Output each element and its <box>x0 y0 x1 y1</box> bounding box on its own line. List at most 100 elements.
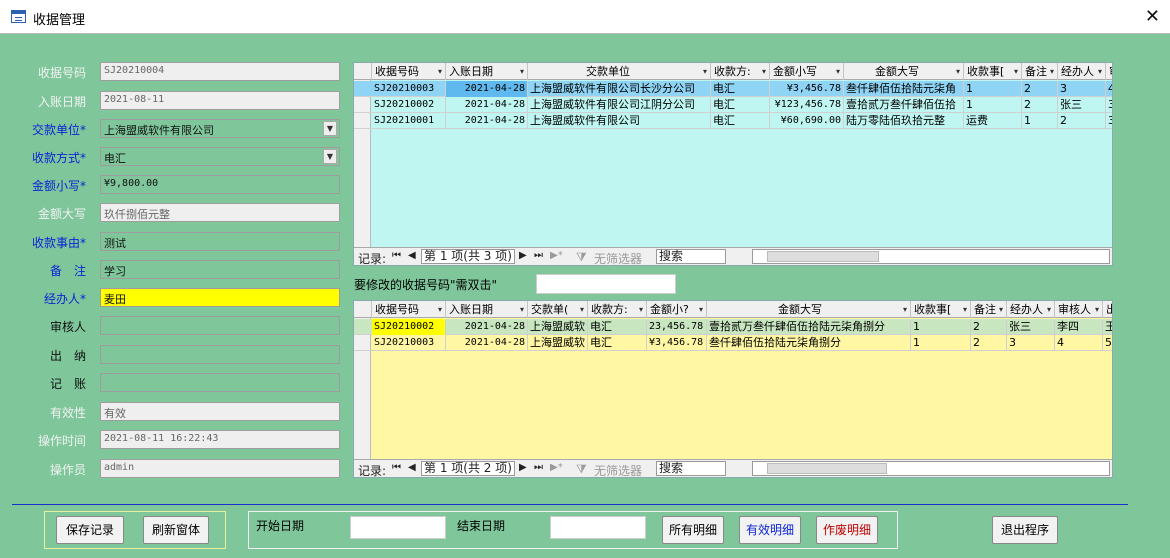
note-label: 备 注 <box>49 264 86 278</box>
chevron-down-icon[interactable]: ▼ <box>323 149 337 164</box>
table-row[interactable]: SJ20210002 2021-04-28 上海盟威软 电汇 23,456.78… <box>354 319 1112 335</box>
operator-field[interactable]: admin <box>100 459 340 478</box>
table-row[interactable]: SJ20210001 2021-04-28 上海盟威软件有限公司 电汇 ¥60,… <box>354 113 1112 129</box>
record-position[interactable]: 第 1 项(共 2 项) <box>421 461 515 476</box>
entry-date-label: 入账日期 <box>37 95 86 109</box>
grid2-record-navigator: 记录: ⏮ ◀ 第 1 项(共 2 项) ▶ ⏭ ▶* ⧩ 无筛选器 搜索 <box>354 459 1112 477</box>
prev-record-icon[interactable]: ◀ <box>408 462 416 473</box>
column-header[interactable]: 收款事[▾ <box>911 301 971 318</box>
payer-label: 交款单位* <box>31 123 86 137</box>
new-record-icon[interactable]: ▶* <box>550 462 563 473</box>
edit-receipt-input[interactable] <box>536 274 676 294</box>
column-header[interactable]: 审 <box>1106 63 1112 80</box>
handler-field[interactable]: 麦田 <box>100 288 340 307</box>
reason-label: 收款事由* <box>31 236 86 250</box>
search-box[interactable]: 搜索 <box>656 249 726 264</box>
end-date-label: 结束日期 <box>457 519 506 533</box>
valid-details-button[interactable]: 有效明细 <box>739 516 801 544</box>
column-header[interactable]: 入账日期 ▾ <box>446 301 528 318</box>
column-header[interactable]: 收款事[▾ <box>964 63 1022 80</box>
next-record-icon[interactable]: ▶ <box>519 250 527 261</box>
filter-icon[interactable]: ⧩ <box>576 250 587 265</box>
edit-hint-label: 要修改的收据号码"需双击" <box>354 278 498 292</box>
validity-label: 有效性 <box>49 406 86 420</box>
last-record-icon[interactable]: ⏭ <box>534 462 543 473</box>
new-record-icon[interactable]: ▶* <box>550 250 563 261</box>
column-header[interactable]: 出 <box>1103 301 1112 318</box>
column-header[interactable]: 入账日期 ▾ <box>446 63 528 80</box>
op-time-label: 操作时间 <box>37 434 86 448</box>
column-header[interactable]: 审核人 ▾ <box>1055 301 1103 318</box>
column-header[interactable]: 金额小写 ▾ <box>770 63 844 80</box>
reviewer-label: 审核人 <box>49 320 86 334</box>
method-combo[interactable]: 电汇 ▼ <box>100 147 340 166</box>
receipt-no-field[interactable]: SJ20210004 <box>100 62 340 81</box>
first-record-icon[interactable]: ⏮ <box>392 250 401 261</box>
column-header[interactable]: 收据号码 ▾ <box>372 301 446 318</box>
select-all-cell[interactable] <box>354 301 372 318</box>
horizontal-scrollbar[interactable] <box>752 249 1110 264</box>
table-row[interactable]: SJ20210003 2021-04-28 上海盟威软 电汇 ¥3,456.78… <box>354 335 1112 351</box>
no-filter-label[interactable]: 无筛选器 <box>594 462 642 477</box>
method-label: 收款方式* <box>31 151 86 165</box>
refresh-form-button[interactable]: 刷新窗体 <box>143 516 209 544</box>
column-header[interactable]: 备注 ▾ <box>1022 63 1058 80</box>
payer-combo[interactable]: 上海盟威软件有限公司 ▼ <box>100 119 340 138</box>
amount-label: 金额小写* <box>31 179 86 193</box>
all-receipts-grid: 收据号码 ▾ 入账日期 ▾ 交款单位 ▾ 收款方: ▾ 金额小写 ▾ 金额大写 ▾ 收款事[… <box>353 62 1113 266</box>
save-record-button[interactable]: 保存记录 <box>56 516 124 544</box>
reviewer-field[interactable] <box>100 316 340 335</box>
amount-field[interactable]: ¥9,800.00 <box>100 175 340 194</box>
search-box[interactable]: 搜索 <box>656 461 726 476</box>
bookkeeper-field[interactable] <box>100 373 340 392</box>
reason-field[interactable]: 测试 <box>100 232 340 251</box>
start-date-input[interactable] <box>350 516 446 539</box>
column-header[interactable]: 金额大写 ▾ <box>707 301 911 318</box>
amount-cn-field[interactable]: 玖仟捌佰元整 <box>100 203 340 222</box>
table-row[interactable]: SJ20210003 2021-04-28 上海盟威软件有限公司长沙分公司 电汇… <box>354 81 1112 97</box>
op-time-field[interactable]: 2021-08-11 16:22:43 <box>100 430 340 449</box>
column-header[interactable]: 交款单位 ▾ <box>528 63 711 80</box>
validity-field[interactable]: 有效 <box>100 402 340 421</box>
column-header[interactable]: 收款方: ▾ <box>711 63 770 80</box>
bookkeeper-label: 记 账 <box>49 377 86 391</box>
exit-program-button[interactable]: 退出程序 <box>992 516 1058 544</box>
chevron-down-icon[interactable]: ▼ <box>323 121 337 136</box>
void-details-button[interactable]: 作废明细 <box>816 516 878 544</box>
payer-value: 上海盟威软件有限公司 <box>104 124 214 137</box>
select-all-cell[interactable] <box>354 63 372 80</box>
next-record-icon[interactable]: ▶ <box>519 462 527 473</box>
all-details-button[interactable]: 所有明细 <box>662 516 724 544</box>
filter-icon[interactable]: ⧩ <box>576 462 587 477</box>
grid1-record-navigator: 记录: ⏮ ◀ 第 1 项(共 3 项) ▶ ⏭ ▶* ⧩ 无筛选器 搜索 <box>354 247 1112 265</box>
record-position[interactable]: 第 1 项(共 3 项) <box>421 249 515 264</box>
prev-record-icon[interactable]: ◀ <box>408 250 416 261</box>
horizontal-scrollbar[interactable] <box>752 461 1110 476</box>
divider <box>12 504 1128 505</box>
cashier-field[interactable] <box>100 345 340 364</box>
entry-date-field[interactable]: 2021-08-11 <box>100 91 340 110</box>
no-filter-label[interactable]: 无筛选器 <box>594 250 642 265</box>
grid2-header: 收据号码 ▾ 入账日期 ▾ 交款单(▾ 收款方: ▾ 金额小? ▾ 金额大写 ▾ 收款事[… <box>354 301 1112 318</box>
column-header[interactable]: 备注 ▾ <box>971 301 1007 318</box>
column-header[interactable]: 经办人 ▾ <box>1007 301 1055 318</box>
receipt-no-label: 收据号码 <box>37 66 86 80</box>
table-row[interactable]: SJ20210002 2021-04-28 上海盟威软件有限公司江阴分公司 电汇… <box>354 97 1112 113</box>
end-date-input[interactable] <box>550 516 646 539</box>
operator-label: 操作员 <box>49 463 86 477</box>
column-header[interactable]: 交款单(▾ <box>528 301 588 318</box>
cashier-label: 出 纳 <box>49 349 86 363</box>
column-header[interactable]: 金额小? ▾ <box>647 301 707 318</box>
first-record-icon[interactable]: ⏮ <box>392 462 401 473</box>
column-header[interactable]: 收款方: ▾ <box>588 301 647 318</box>
window-title: 收据管理 <box>33 13 86 28</box>
record-label: 记录: <box>358 464 387 478</box>
last-record-icon[interactable]: ⏭ <box>534 250 543 261</box>
detail-grid: 收据号码 ▾ 入账日期 ▾ 交款单(▾ 收款方: ▾ 金额小? ▾ 金额大写 ▾ 收款事[… <box>353 300 1113 478</box>
column-header[interactable]: 金额大写 ▾ <box>844 63 964 80</box>
record-label: 记录: <box>358 252 387 266</box>
column-header[interactable]: 经办人 ▾ <box>1058 63 1106 80</box>
note-field[interactable]: 学习 <box>100 260 340 279</box>
close-icon[interactable]: ✕ <box>1145 6 1160 27</box>
column-header[interactable]: 收据号码 ▾ <box>372 63 446 80</box>
